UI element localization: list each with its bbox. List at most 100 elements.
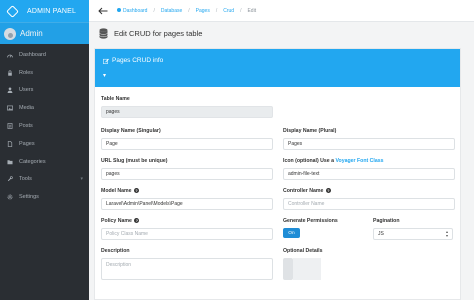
policy-name-field[interactable]: Policy Class Name	[101, 228, 273, 240]
optional-details-label: Optional Details	[283, 248, 323, 254]
model-name-group: Model Name ? Laravel\Admin\Panel\Models\…	[101, 188, 273, 210]
pagination-group: Pagination JS ▴ ▾	[373, 218, 453, 240]
optional-details-editor[interactable]	[283, 258, 321, 280]
user-profile[interactable]: Admin	[0, 22, 89, 44]
top-navbar: Dashboard / Database / Pages / Crud / Ed…	[89, 0, 474, 22]
description-field[interactable]: Description	[101, 258, 273, 280]
sidebar-item-pages[interactable]: Pages	[0, 135, 89, 153]
brand-bar[interactable]: ADMIN PANEL	[0, 0, 89, 22]
controller-name-field[interactable]: Controller Name	[283, 198, 455, 210]
display-singular-group: Display Name (Singular) Page	[101, 128, 273, 150]
sidebar-item-tools[interactable]: Tools ▾	[0, 171, 89, 189]
pagination-select[interactable]: JS ▴ ▾	[373, 228, 453, 240]
controller-name-label-text: Controller Name	[283, 188, 324, 194]
panel-title: Pages CRUD info	[112, 57, 164, 64]
optional-details-group: Optional Details	[283, 248, 455, 280]
sidebar-item-roles[interactable]: Roles	[0, 64, 89, 82]
brand-name: ADMIN PANEL	[27, 7, 77, 15]
icon-label: Icon (optional) Use a Voyager Font Class	[283, 158, 455, 164]
back-arrow-icon[interactable]	[97, 5, 109, 17]
pagination-label: Pagination	[373, 218, 400, 224]
breadcrumb-crud[interactable]: Crud	[223, 8, 234, 14]
question-icon[interactable]: ?	[134, 188, 140, 193]
select-arrows-icon: ▴ ▾	[445, 229, 448, 238]
sidebar-item-label: Users	[19, 87, 34, 94]
table-name-group: Table Name pages	[101, 96, 273, 118]
sidebar-nav: Dashboard Roles Users Media Posts Pages	[0, 44, 89, 206]
page-title: Edit CRUD for pages table	[114, 29, 203, 38]
table-name-field[interactable]: pages	[101, 106, 273, 118]
sidebar-item-categories[interactable]: Categories	[0, 153, 89, 171]
home-icon	[117, 8, 121, 13]
description-label: Description	[101, 248, 130, 254]
description-group: Description Description	[101, 248, 273, 280]
policy-name-label: Policy Name ?	[101, 218, 273, 224]
page-header: Edit CRUD for pages table	[89, 22, 474, 45]
breadcrumb-pages[interactable]: Pages	[196, 8, 210, 14]
panel-heading[interactable]: Pages CRUD info ▾	[95, 49, 460, 87]
sidebar-item-users[interactable]: Users	[0, 82, 89, 100]
display-plural-field[interactable]: Pages	[283, 138, 455, 150]
sidebar-item-posts[interactable]: Posts	[0, 117, 89, 135]
sidebar-item-settings[interactable]: Settings	[0, 188, 89, 206]
sidebar-item-label: Posts	[19, 123, 33, 130]
sidebar-item-label: Pages	[19, 140, 35, 147]
model-name-label: Model Name ?	[101, 188, 273, 194]
document-icon	[7, 123, 13, 129]
logo-icon	[6, 4, 19, 18]
sidebar-item-label: Settings	[19, 194, 39, 201]
display-singular-label: Display Name (Singular)	[101, 128, 161, 134]
sidebar-item-label: Categories	[19, 158, 46, 165]
model-name-label-text: Model Name	[101, 188, 132, 194]
generate-permissions-label: Generate Permissions	[283, 218, 338, 224]
breadcrumb-separator: /	[240, 7, 242, 14]
image-icon	[7, 105, 13, 111]
table-name-label: Table Name	[101, 96, 130, 102]
breadcrumb-database[interactable]: Database	[161, 8, 182, 14]
sidebar-item-dashboard[interactable]: Dashboard	[0, 46, 89, 64]
breadcrumb-separator: /	[188, 7, 190, 14]
policy-name-group: Policy Name ? Policy Class Name	[101, 218, 273, 240]
breadcrumb-separator: /	[215, 7, 218, 14]
controller-name-label: Controller Name ?	[283, 188, 455, 194]
sidebar-item-label: Media	[19, 105, 34, 112]
breadcrumb-separator: /	[153, 7, 155, 14]
display-plural-label: Display Name (Plural)	[283, 128, 337, 134]
collapse-icon[interactable]: ▾	[103, 72, 452, 79]
generate-permissions-toggle[interactable]: On	[283, 228, 300, 238]
crud-info-panel: Pages CRUD info ▾ Table Name pages Displ…	[94, 48, 461, 300]
pagination-value: JS	[378, 231, 384, 237]
file-icon	[7, 141, 13, 147]
tools-icon	[7, 176, 13, 182]
policy-name-label-text: Policy Name	[101, 218, 132, 224]
user-icon	[7, 87, 13, 94]
display-singular-field[interactable]: Page	[101, 138, 273, 150]
url-slug-field[interactable]: pages	[101, 168, 273, 180]
app: ADMIN PANEL Admin Dashboard Roles Users …	[0, 0, 474, 300]
avatar	[4, 27, 16, 40]
database-icon	[99, 28, 108, 39]
sidebar-item-label: Tools	[19, 176, 32, 183]
display-plural-group: Display Name (Plural) Pages	[283, 128, 455, 150]
icon-field[interactable]: admin-file-text	[283, 168, 455, 180]
icon-label-text: Icon (optional) Use a	[283, 158, 335, 164]
voyager-font-class-link[interactable]: Voyager Font Class	[335, 158, 383, 164]
gear-icon	[7, 194, 13, 200]
sidebar-item-media[interactable]: Media	[0, 99, 89, 117]
question-icon[interactable]: ?	[325, 188, 331, 193]
sidebar-item-label: Dashboard	[19, 51, 46, 58]
model-name-field[interactable]: Laravel\Admin\Panel\Models\Page	[101, 198, 273, 210]
breadcrumb-dashboard[interactable]: Dashboard	[117, 8, 147, 14]
breadcrumb-label: Dashboard	[123, 7, 148, 14]
generate-permissions-group: Generate Permissions On	[283, 218, 363, 238]
breadcrumb-edit: Edit	[247, 7, 257, 14]
question-icon[interactable]: ?	[134, 218, 140, 223]
url-slug-group: URL Slug (must be unique) pages	[101, 158, 273, 180]
sidebar-item-label: Roles	[19, 69, 34, 76]
chevron-down-icon: ▾	[80, 176, 83, 183]
dashboard-icon	[7, 52, 13, 58]
breadcrumb: Dashboard / Database / Pages / Crud / Ed…	[117, 8, 256, 14]
url-slug-label: URL Slug (must be unique)	[101, 158, 168, 164]
folder-icon	[7, 159, 13, 165]
controller-name-group: Controller Name ? Controller Name	[283, 188, 455, 210]
